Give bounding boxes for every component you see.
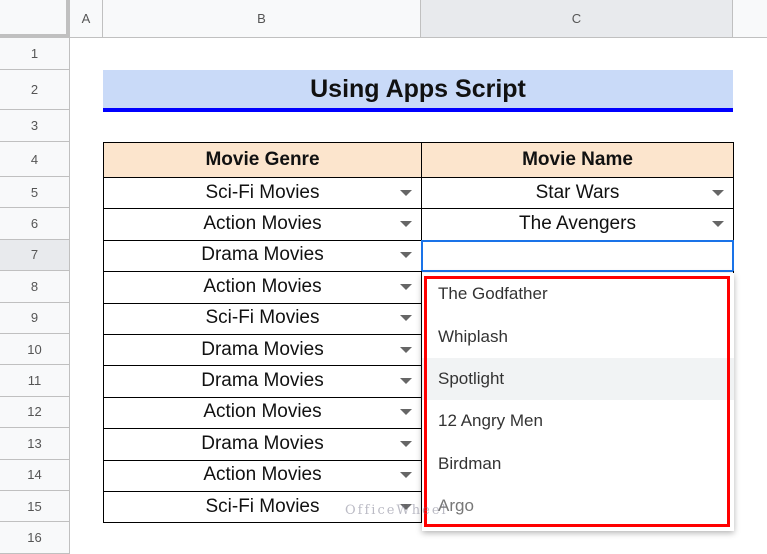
title-cell[interactable]: Using Apps Script (103, 70, 733, 112)
column-header-D[interactable] (733, 0, 767, 38)
dropdown-arrow-icon[interactable] (400, 221, 412, 228)
dropdown-option[interactable]: 12 Angry Men (422, 400, 734, 442)
genre-dropdown-cell[interactable]: Action Movies (103, 271, 422, 304)
dropdown-arrow-icon[interactable] (712, 189, 724, 196)
genre-dropdown-cell[interactable]: Drama Movies (103, 239, 422, 273)
dropdown-arrow-icon[interactable] (400, 189, 412, 196)
genre-dropdown-cell[interactable]: Action Movies (103, 459, 422, 492)
select-all-corner[interactable] (0, 0, 70, 38)
column-header-C[interactable]: C (421, 0, 733, 38)
row-header-2[interactable]: 2 (0, 70, 70, 110)
row-header-14[interactable]: 14 (0, 459, 70, 491)
dropdown-option[interactable]: Birdman (422, 443, 734, 485)
genre-value: Drama Movies (201, 244, 324, 266)
dropdown-arrow-icon[interactable] (400, 409, 412, 416)
row-header-7[interactable]: 7 (0, 239, 70, 272)
genre-value: Action Movies (203, 401, 322, 423)
genre-value: Drama Movies (201, 432, 324, 454)
dropdown-option[interactable]: Spotlight (422, 357, 734, 401)
dropdown-arrow-icon[interactable] (400, 472, 412, 479)
row-header-9[interactable]: 9 (0, 302, 70, 334)
genre-value: Sci-Fi Movies (205, 307, 320, 329)
genre-dropdown-cell[interactable]: Drama Movies (103, 334, 422, 367)
dropdown-arrow-icon[interactable] (400, 315, 412, 322)
genre-dropdown-cell[interactable]: Action Movies (103, 208, 422, 241)
row-header-4[interactable]: 4 (0, 142, 70, 177)
header-movie-name[interactable]: Movie Name (421, 142, 734, 178)
movie-name-value: Star Wars (535, 181, 620, 203)
movie-name-value: The Avengers (519, 213, 636, 235)
column-header-B[interactable]: B (103, 0, 421, 38)
genre-dropdown-cell[interactable]: Sci-Fi Movies (103, 302, 422, 335)
genre-value: Sci-Fi Movies (205, 495, 320, 517)
genre-value: Action Movies (203, 275, 322, 297)
row-header-8[interactable]: 8 (0, 271, 70, 303)
row-header-12[interactable]: 12 (0, 396, 70, 429)
genre-value: Drama Movies (201, 338, 324, 360)
dropdown-arrow-icon[interactable] (400, 283, 412, 290)
dropdown-arrow-icon[interactable] (712, 221, 724, 228)
active-cell-C7[interactable] (421, 239, 734, 273)
genre-dropdown-cell[interactable]: Drama Movies (103, 365, 422, 398)
movie-name-dropdown-cell[interactable]: The Avengers (421, 208, 734, 241)
genre-dropdown-cell[interactable]: Drama Movies (103, 428, 422, 461)
row-header-6[interactable]: 6 (0, 208, 70, 240)
row-header-11[interactable]: 11 (0, 365, 70, 397)
dropdown-menu: The Godfather Whiplash Spotlight 12 Angry M… (422, 273, 734, 531)
movie-name-dropdown-cell[interactable]: Star Wars (421, 177, 734, 210)
genre-value: Drama Movies (201, 370, 324, 392)
row-header-10[interactable]: 10 (0, 334, 70, 366)
genre-value: Action Movies (203, 464, 322, 486)
row-header-16[interactable]: 16 (0, 522, 70, 554)
row-header-1[interactable]: 1 (0, 38, 70, 70)
column-header-A[interactable]: A (70, 0, 103, 38)
row-header-3[interactable]: 3 (0, 110, 70, 142)
watermark-logo: OfficeWheel (345, 503, 448, 518)
dropdown-option[interactable]: The Godfather (422, 273, 734, 315)
row-header-13[interactable]: 13 (0, 428, 70, 460)
dropdown-arrow-icon[interactable] (400, 252, 412, 259)
dropdown-option[interactable]: Argo (422, 485, 734, 527)
dropdown-arrow-icon[interactable] (400, 440, 412, 447)
genre-value: Action Movies (203, 213, 322, 235)
genre-dropdown-cell[interactable]: Sci-Fi Movies (103, 177, 422, 210)
genre-dropdown-cell[interactable]: Action Movies (103, 396, 422, 430)
genre-value: Sci-Fi Movies (205, 181, 320, 203)
row-header-15[interactable]: 15 (0, 491, 70, 523)
header-movie-genre[interactable]: Movie Genre (103, 142, 422, 178)
dropdown-arrow-icon[interactable] (400, 346, 412, 353)
dropdown-arrow-icon[interactable] (400, 378, 412, 385)
row-header-5[interactable]: 5 (0, 177, 70, 209)
dropdown-option[interactable]: Whiplash (422, 315, 734, 357)
